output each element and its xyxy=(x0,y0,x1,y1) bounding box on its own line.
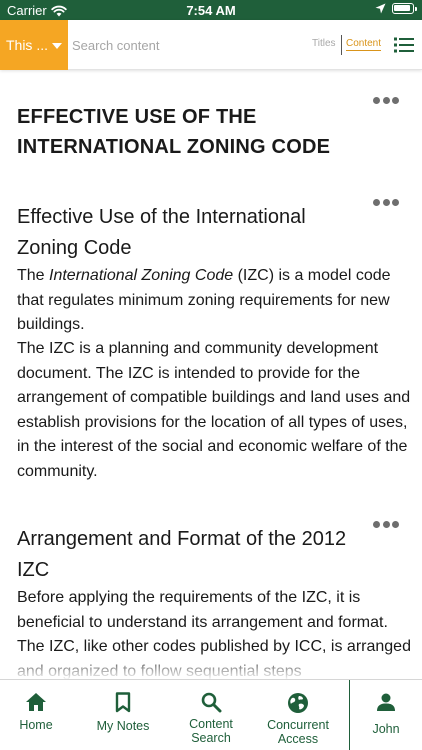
tab-label: Concurrent Access xyxy=(267,718,329,746)
content-area[interactable]: EFFECTIVE USE OF THE INTERNATIONAL ZONIN… xyxy=(0,71,422,679)
search-input[interactable] xyxy=(72,33,292,57)
tab-concurrent-access[interactable]: Concurrent Access xyxy=(258,680,338,750)
globe-icon xyxy=(288,693,308,713)
status-right xyxy=(375,3,417,14)
battery-icon xyxy=(392,3,417,14)
tab-bar: Home My Notes Content Search Concurrent … xyxy=(0,679,422,750)
tab-home[interactable]: Home xyxy=(0,680,72,750)
tab-label: My Notes xyxy=(96,719,150,733)
more-options-icon[interactable] xyxy=(373,96,399,104)
tab-label: Content Search xyxy=(189,717,233,745)
scroll-fade xyxy=(0,653,422,679)
paragraph-text: The xyxy=(17,267,50,284)
section-paragraph: The International Zoning Code (IZC) is a… xyxy=(17,264,413,338)
section-heading: Arrangement and Format of the 2012 IZC xyxy=(17,528,347,581)
scope-label: This ... xyxy=(5,37,48,53)
mode-content-toggle[interactable]: Content xyxy=(346,38,382,51)
user-icon xyxy=(377,693,395,711)
mode-titles-toggle[interactable]: Titles xyxy=(312,38,336,49)
tab-label: Home xyxy=(19,718,53,732)
more-options-icon[interactable] xyxy=(373,520,399,528)
code-title-italic: International Zoning Code xyxy=(49,267,234,284)
status-bar: Carrier 7:54 AM xyxy=(0,0,422,20)
search-icon xyxy=(201,692,221,713)
location-arrow-icon xyxy=(375,3,386,14)
status-time: 7:54 AM xyxy=(186,3,236,18)
page-title: EFFECTIVE USE OF THE INTERNATIONAL ZONIN… xyxy=(17,106,331,158)
tab-label: John xyxy=(372,722,400,736)
mode-divider xyxy=(341,35,342,55)
bookmark-icon xyxy=(115,692,131,713)
section-paragraph: The IZC is a planning and community deve… xyxy=(17,340,411,480)
tab-account[interactable]: John xyxy=(350,680,422,750)
section-heading: Effective Use of the International Zonin… xyxy=(17,206,306,259)
caret-down-icon xyxy=(52,43,62,49)
more-options-icon[interactable] xyxy=(373,198,399,206)
scope-dropdown-button[interactable]: This ... xyxy=(0,20,68,70)
tab-content-search[interactable]: Content Search xyxy=(174,680,248,750)
list-icon[interactable] xyxy=(394,37,414,53)
search-header: This ... Titles Content xyxy=(0,20,422,70)
home-icon xyxy=(26,693,46,711)
tab-my-notes[interactable]: My Notes xyxy=(85,680,161,750)
